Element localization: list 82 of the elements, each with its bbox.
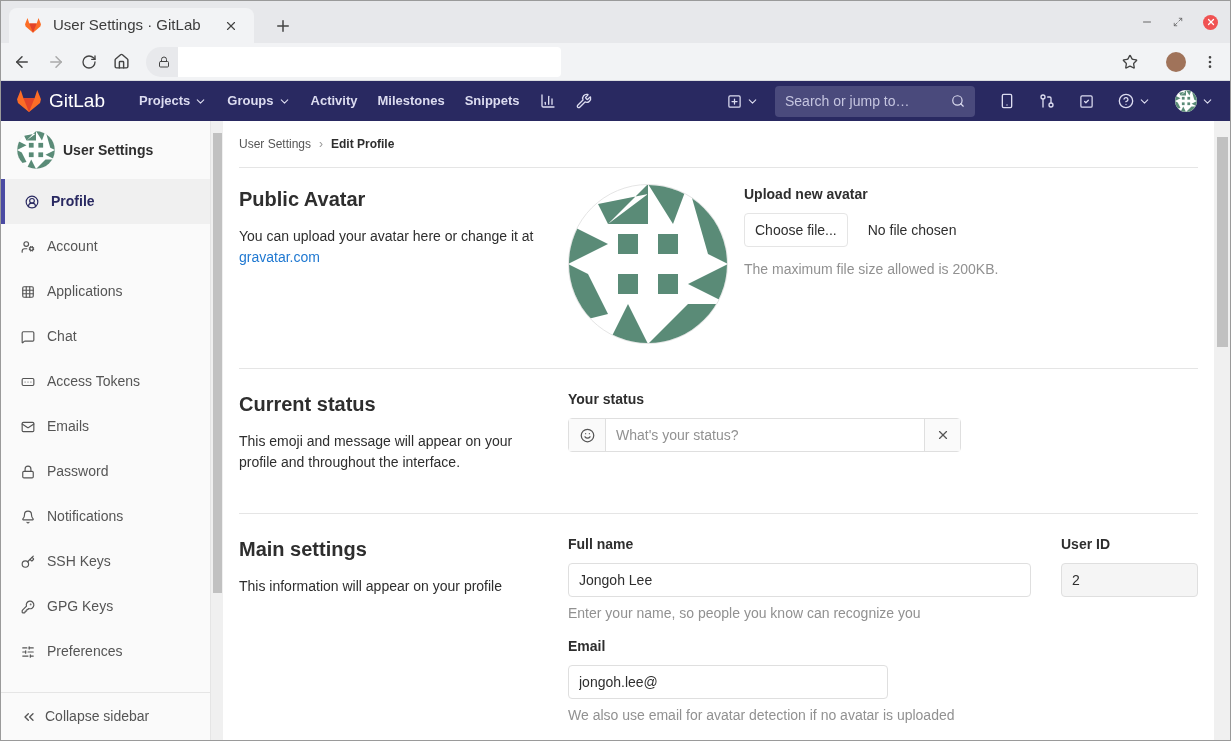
section-description: This emoji and message will appear on your profile and throughout the interface.: [239, 432, 514, 472]
plus-square-icon: [727, 93, 742, 109]
sidebar-item[interactable]: Access Tokens: [1, 359, 210, 404]
nav-avatar-drawing: [1175, 90, 1197, 112]
sliders-icon: [21, 644, 35, 659]
nav-link[interactable]: Projects: [129, 86, 218, 116]
reload-icon[interactable]: [81, 53, 97, 70]
search-field[interactable]: Search or jump to…: [775, 85, 975, 117]
section-title: Current status: [239, 392, 377, 417]
wrench-icon[interactable]: [575, 93, 592, 109]
help-text: We also use email for avatar detection if no avatar is uploaded: [568, 706, 955, 725]
user-circle-icon: [25, 194, 39, 209]
section-description: You can upload your avatar here or change it at gravatar.com: [239, 227, 535, 267]
chevron-separator: ›: [319, 136, 324, 153]
page-scrollbar[interactable]: [1214, 121, 1230, 740]
lock-icon: [21, 464, 35, 479]
user-id-field[interactable]: 2: [1061, 563, 1198, 597]
sidebar-scrollbar[interactable]: [211, 121, 223, 740]
sidebar-item[interactable]: Chat: [1, 314, 210, 359]
status-placeholder: What's your status?: [615, 425, 740, 445]
sidebar-avatar-drawing: [17, 131, 55, 169]
tab-title: User Settings · GitLab: [53, 15, 202, 36]
nav-link[interactable]: Groups: [217, 86, 301, 116]
todo-icon[interactable]: [1079, 93, 1094, 109]
sidebar-title: User Settings: [63, 140, 154, 160]
collapse-sidebar-button[interactable]: Collapse sidebar: [1, 692, 210, 740]
search-placeholder: Search or jump to…: [785, 91, 910, 111]
field-label: Full name: [568, 535, 635, 554]
close-window-icon[interactable]: [1203, 14, 1218, 30]
merge-request-icon[interactable]: [1039, 93, 1055, 109]
help-text: The maximum file size allowed is 200KB.: [744, 260, 999, 279]
lock-icon: [158, 55, 170, 68]
field-label: Your status: [568, 390, 645, 409]
search-icon: [951, 94, 965, 108]
chat-bubble-icon: [21, 329, 35, 344]
email-field[interactable]: jongoh.lee@: [568, 665, 888, 699]
sidebar-item[interactable]: GPG Keys: [1, 584, 210, 629]
smiley-icon[interactable]: [579, 427, 595, 443]
breadcrumb-item[interactable]: Edit Profile: [331, 135, 395, 153]
sidebar-item[interactable]: Notifications: [1, 494, 210, 539]
bookmark-star-icon[interactable]: [1122, 53, 1138, 70]
profile-avatar[interactable]: [1166, 51, 1186, 72]
breadcrumb-item[interactable]: User Settings: [239, 135, 312, 153]
chart-icon[interactable]: [539, 93, 556, 109]
full-name-field[interactable]: Jongoh Lee: [568, 563, 1031, 597]
field-label: Upload new avatar: [744, 185, 869, 204]
help-button[interactable]: [1118, 93, 1151, 109]
bell-icon: [21, 509, 35, 524]
sidebar-item[interactable]: Profile: [1, 179, 210, 224]
section-title: Public Avatar: [239, 187, 367, 212]
user-menu-button[interactable]: [1175, 90, 1214, 112]
gravatar-link[interactable]: gravatar.com: [239, 249, 320, 265]
user-gear-icon: [21, 239, 35, 254]
brand-name[interactable]: GitLab: [49, 86, 105, 116]
nav-link[interactable]: Milestones: [367, 86, 455, 116]
field-label: User ID: [1061, 535, 1112, 554]
sidebar-item[interactable]: Password: [1, 449, 210, 494]
section-description: This information will appear on your profile: [239, 577, 503, 596]
help-icon: [1118, 93, 1134, 109]
restore-icon[interactable]: [1173, 17, 1183, 27]
grid-icon: [21, 284, 35, 299]
key-icon: [21, 599, 35, 614]
new-tab-icon[interactable]: [274, 17, 292, 35]
sidebar-item[interactable]: SSH Keys: [1, 539, 210, 584]
section-title: Main settings: [239, 537, 368, 562]
home-icon[interactable]: [113, 53, 130, 70]
sidebar-item[interactable]: Emails: [1, 404, 210, 449]
file-status: No file chosen: [867, 220, 957, 240]
field-label: Email: [568, 637, 606, 656]
choose-file-button[interactable]: Choose file...: [744, 213, 848, 247]
nav-link[interactable]: Activity: [300, 86, 368, 116]
fox-logo-icon: [17, 89, 41, 113]
envelope-icon: [21, 419, 35, 434]
new-dropdown-button[interactable]: [727, 93, 759, 109]
fox-logo-icon: [25, 18, 41, 33]
key-icon: [21, 554, 35, 569]
browser-tab[interactable]: User Settings · GitLab: [9, 8, 254, 43]
sidebar-item[interactable]: Applications: [1, 269, 210, 314]
help-text: Enter your name, so people you know can recognize you: [568, 604, 922, 623]
sidebar-item[interactable]: Account: [1, 224, 210, 269]
sidebar-item[interactable]: Preferences: [1, 629, 210, 674]
nav-link[interactable]: Snippets: [454, 86, 530, 116]
